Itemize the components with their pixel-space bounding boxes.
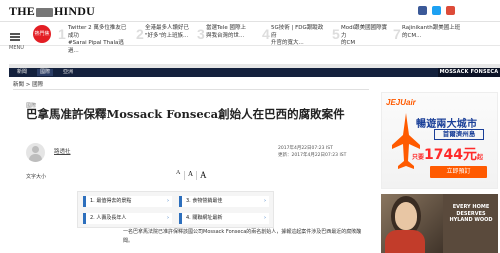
main-nav: 新聞 國際 亞洲 MOSSACK FONSECA — [9, 68, 500, 77]
chevron-right-icon: › — [167, 198, 169, 204]
trending-number: 1 — [58, 26, 66, 42]
nav-item-asia[interactable]: 亞洲 — [63, 69, 73, 76]
facebook-icon[interactable] — [418, 6, 427, 15]
ad-photo — [381, 194, 443, 253]
related-text: 最值得去的景點 — [96, 198, 132, 204]
breadcrumb[interactable]: 新聞 > 國際 — [13, 80, 43, 88]
trending-number: 2 — [136, 26, 144, 42]
trending-label: 熱門焦點 — [33, 25, 51, 55]
trending-number: 5 — [332, 26, 340, 42]
author-avatar — [26, 143, 45, 162]
related-link[interactable]: 2. 人壽及長年人 › — [83, 213, 172, 224]
trending-item[interactable]: Modi跟美國國際實力 的CM — [341, 25, 389, 48]
ad-price-value: 1744元 — [424, 147, 477, 163]
related-number: 3. — [186, 198, 191, 204]
ad-headline: 暢遊兩大城市 — [416, 119, 478, 130]
chevron-right-icon: › — [264, 215, 266, 221]
related-link[interactable]: 3. 食物營銷最佳 › — [179, 196, 269, 207]
ad-price: 只要1744元起 — [412, 144, 483, 164]
related-text: 關聯網址最新 — [192, 215, 223, 221]
ad-book-button[interactable]: 立即預訂 — [430, 166, 487, 178]
ad-person-face — [395, 202, 417, 230]
site-logo[interactable]: THE HINDU — [9, 4, 95, 19]
related-link[interactable]: 4. 關聯網址最新 › — [179, 213, 269, 224]
ad-text: EVERY HOME DESERVES HYLAND WOOD — [449, 204, 493, 223]
sponsor-tag[interactable]: MOSSACK FONSECA — [438, 68, 500, 77]
article-body: 一名巴拿馬法院已准許保釋該國公司Mossack Fonseca的兩名創始人，據報… — [123, 229, 362, 244]
related-link[interactable]: 1. 最值得去的景點 › — [83, 196, 172, 207]
chevron-right-icon: › — [264, 198, 266, 204]
trending-number: 3 — [197, 26, 205, 42]
trending-item[interactable]: 當選Tele 國際上 與我台灣的世... — [206, 25, 256, 40]
article-byline[interactable]: 路透社 — [54, 147, 71, 155]
date-updated: 更新：2017年4月22日07:23 IST — [278, 152, 347, 158]
nav-item-news[interactable]: 新聞 — [17, 69, 27, 76]
top-bar: THE HINDU — [0, 0, 500, 22]
related-links: 1. 最值得去的景點 › 2. 人壽及長年人 › 3. 食物營銷最佳 › 4. … — [77, 191, 274, 228]
home-ad[interactable]: EVERY HOME DESERVES HYLAND WOOD — [381, 194, 498, 253]
logo-emblem-icon — [35, 7, 53, 17]
text-size-small-button[interactable]: A — [176, 170, 180, 176]
ad-price-prefix: 只要 — [412, 154, 425, 161]
divider — [184, 171, 185, 180]
menu-icon[interactable] — [10, 33, 20, 41]
twitter-icon[interactable] — [432, 6, 441, 15]
related-number: 4. — [186, 215, 191, 221]
trending-item[interactable]: Rajinikanth跟美國上班 的CM... — [402, 25, 474, 40]
trending-item[interactable]: 全港最多人讚好已 "好多"的上班族... — [145, 25, 190, 40]
text-size-label: 文字大小 — [26, 174, 47, 180]
jeju-air-ad[interactable]: JEJUair 暢遊兩大城市 首爾濟州島 只要1744元起 立即預訂 — [381, 92, 498, 189]
related-number: 2. — [90, 215, 95, 221]
related-text: 食物營銷最佳 — [192, 198, 223, 204]
trending-number: 7 — [393, 26, 401, 42]
trending-number: 4 — [262, 26, 270, 42]
divider — [196, 171, 197, 180]
trending-bar: 熱門焦點 1 Twitter 2 萬多位推友已成功 #Sarai Pipal Th… — [0, 22, 500, 55]
chevron-right-icon: › — [167, 215, 169, 221]
menu-label[interactable]: MENU — [9, 45, 24, 51]
ad-person-shirt — [385, 230, 425, 253]
related-text: 人壽及長年人 — [96, 215, 127, 221]
trending-item[interactable]: 5G技術 | FDG跟蹤政府 升官的寬大... — [271, 25, 326, 48]
nav-item-international[interactable]: 國際 — [37, 69, 54, 76]
text-size-large-button[interactable]: A — [200, 170, 207, 180]
article-dates: 2017年4月22日07:23 IST 更新：2017年4月22日07:23 I… — [278, 146, 346, 159]
ad-brand: JEJUair — [386, 98, 416, 107]
text-size-medium-button[interactable]: A — [188, 170, 193, 178]
ad-price-suffix: 起 — [476, 154, 483, 161]
article-headline: 巴拿馬准許保釋Mossack Fonseca創始人在巴西的腐敗案件 — [26, 107, 345, 121]
trending-item[interactable]: Twitter 2 萬多位推友已成功 #Sarai Pipal Thala逃過..… — [68, 25, 130, 55]
divider — [13, 89, 369, 90]
google-plus-icon[interactable] — [446, 6, 455, 15]
related-number: 1. — [90, 198, 95, 204]
ad-subhead: 首爾濟州島 — [434, 129, 484, 140]
